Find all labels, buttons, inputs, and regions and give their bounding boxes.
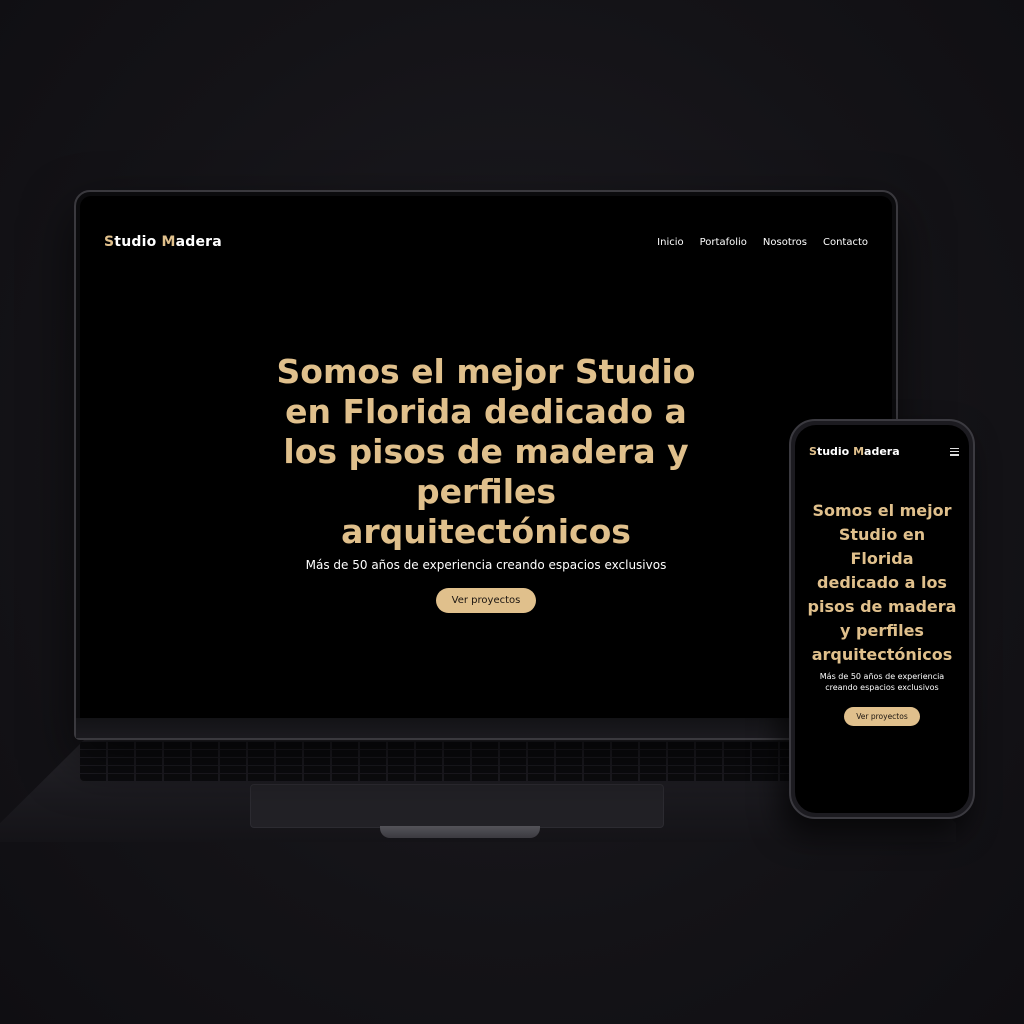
mobile-header: Studio Madera	[809, 445, 959, 458]
laptop-trackpad	[250, 784, 664, 828]
nav-link-inicio[interactable]: Inicio	[657, 237, 683, 248]
mobile-logo-initial-m: M	[853, 445, 865, 458]
mobile-ver-proyectos-button[interactable]: Ver proyectos	[844, 707, 920, 726]
mobile-site-logo[interactable]: Studio Madera	[809, 445, 900, 458]
laptop-keyboard	[80, 741, 840, 781]
nav-link-nosotros[interactable]: Nosotros	[763, 237, 807, 248]
main-nav: Inicio Portafolio Nosotros Contacto	[657, 237, 868, 248]
mobile-logo-text-studio: tudio	[816, 445, 854, 458]
logo-text-studio: tudio	[114, 234, 162, 250]
menu-bar	[950, 447, 959, 449]
laptop-screen: Studio Madera Inicio Portafolio Nosotros…	[80, 196, 892, 718]
device-mockup-scene: Studio Madera Inicio Portafolio Nosotros…	[0, 0, 1024, 1024]
phone-screen: Studio Madera Somos el mejor Studio en F…	[795, 425, 969, 813]
laptop-opening-notch	[380, 826, 540, 838]
hero-title: Somos el mejor Studio en Florida dedicad…	[276, 352, 696, 551]
mobile-hero-subtitle: Más de 50 años de experiencia creando es…	[819, 672, 945, 692]
mobile-logo-text-madera: adera	[864, 445, 900, 458]
menu-bar	[950, 450, 959, 453]
hero-subtitle: Más de 50 años de experiencia creando es…	[305, 558, 667, 572]
ver-proyectos-button[interactable]: Ver proyectos	[435, 588, 537, 613]
mobile-logo-initial-s: S	[809, 445, 817, 458]
nav-link-portafolio[interactable]: Portafolio	[700, 237, 747, 248]
hero-section: Somos el mejor Studio en Florida dedicad…	[80, 352, 892, 613]
menu-bar	[950, 454, 959, 456]
nav-link-contacto[interactable]: Contacto	[823, 237, 868, 248]
logo-initial-s: S	[104, 234, 115, 250]
mobile-hero-title: Somos el mejor Studio en Florida dedicad…	[807, 501, 957, 664]
site-header: Studio Madera Inicio Portafolio Nosotros…	[104, 234, 868, 250]
hamburger-menu-icon[interactable]	[950, 447, 959, 456]
mobile-hero-section: Somos el mejor Studio en Florida dedicad…	[795, 499, 969, 726]
site-logo[interactable]: Studio Madera	[104, 234, 222, 250]
logo-initial-m: M	[161, 234, 176, 250]
logo-text-madera: adera	[175, 234, 222, 250]
laptop-chin	[76, 718, 896, 738]
phone-mockup: Studio Madera Somos el mejor Studio en F…	[789, 419, 975, 819]
laptop-lid: Studio Madera Inicio Portafolio Nosotros…	[74, 190, 898, 740]
